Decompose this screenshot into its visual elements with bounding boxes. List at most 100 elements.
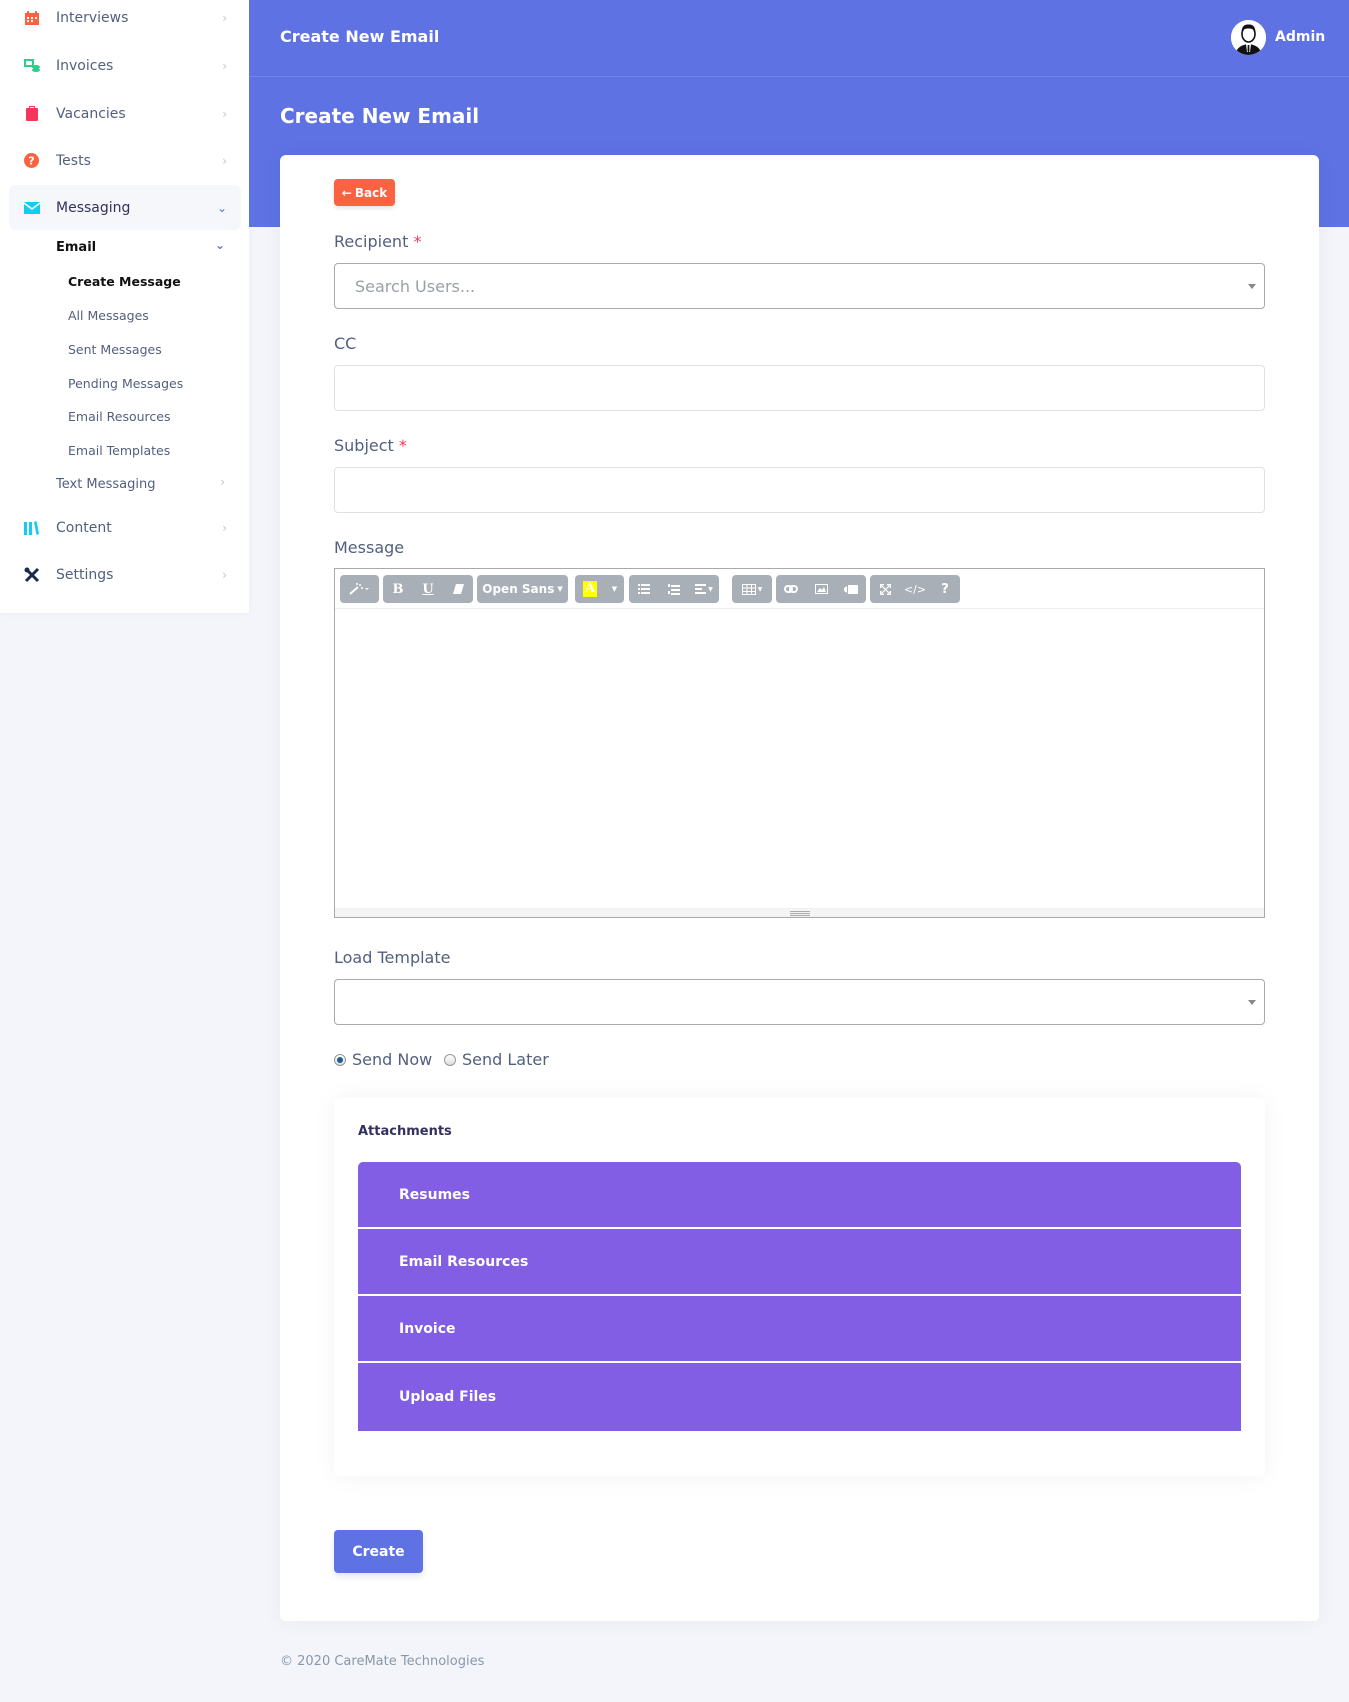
video-icon	[844, 584, 858, 594]
sidebar-item-invoices[interactable]: Invoices ›	[9, 43, 241, 88]
recipient-placeholder: Search Users...	[355, 277, 476, 296]
table-icon	[741, 583, 756, 595]
load-template-label: Load Template	[334, 948, 451, 967]
misc-group: </> ?	[870, 575, 960, 603]
unordered-list-button[interactable]	[629, 575, 659, 603]
sidebar-link-all-messages[interactable]: All Messages	[68, 308, 149, 323]
chevron-right-icon: ›	[222, 106, 227, 121]
color-dropdown-button[interactable]: ▼	[605, 575, 624, 603]
chevron-right-icon: ›	[222, 153, 227, 168]
recipient-label: Recipient *	[334, 232, 421, 251]
list-ul-icon	[638, 584, 650, 594]
attachments-title: Attachments	[358, 1124, 452, 1139]
sidebar-item-interviews[interactable]: Interviews ›	[9, 0, 241, 40]
editor-toolbar: B U Open Sans ▼ A ▼ ▼ ▼ </> ?	[335, 569, 1264, 609]
sidebar-item-vacancies[interactable]: Vacancies ›	[9, 91, 241, 136]
attachment-upload-files[interactable]: Upload Files	[358, 1363, 1241, 1431]
sidebar-link-email-templates[interactable]: Email Templates	[68, 443, 170, 458]
bold-button[interactable]: B	[383, 575, 413, 603]
align-left-icon	[695, 584, 707, 594]
radio-button-checked[interactable]	[334, 1053, 346, 1066]
required-mark: *	[398, 436, 407, 455]
send-later-radio[interactable]: Send Later	[444, 1050, 549, 1069]
sidebar-link-sent-messages[interactable]: Sent Messages	[68, 342, 162, 357]
picture-icon	[814, 584, 828, 594]
recipient-select[interactable]: Search Users...	[334, 263, 1265, 309]
help-button[interactable]: ?	[930, 575, 960, 603]
attachments-list: Resumes Email Resources Invoice Upload F…	[358, 1162, 1241, 1436]
eraser-button[interactable]	[443, 575, 473, 603]
load-template-select[interactable]	[334, 979, 1265, 1025]
sidebar-subitem-label: Email	[56, 240, 97, 255]
video-button[interactable]	[836, 575, 866, 603]
user-name[interactable]: Admin	[1275, 29, 1325, 45]
radio-button[interactable]	[444, 1053, 456, 1066]
table-button[interactable]: ▼	[732, 575, 772, 603]
font-name-group: Open Sans ▼	[477, 575, 568, 603]
caret-down-icon: ▼	[557, 585, 563, 593]
attachment-invoice[interactable]: Invoice	[358, 1296, 1241, 1363]
send-now-radio[interactable]: Send Now	[334, 1050, 432, 1069]
send-later-label: Send Later	[462, 1050, 549, 1069]
caret-down-icon: ▼	[708, 585, 713, 593]
ordered-list-button[interactable]	[659, 575, 689, 603]
topbar-divider	[249, 76, 1349, 77]
avatar[interactable]	[1231, 20, 1266, 55]
cc-input[interactable]	[334, 365, 1265, 411]
magic-wand-icon	[348, 583, 369, 595]
table-group: ▼	[732, 575, 772, 603]
list-ol-icon	[668, 583, 680, 595]
subject-label-text: Subject	[334, 436, 394, 455]
create-button[interactable]: Create	[334, 1530, 423, 1573]
subject-label: Subject *	[334, 436, 407, 455]
cc-label: CC	[334, 334, 357, 353]
chevron-right-icon: ›	[222, 567, 227, 582]
chevron-right-icon: ›	[222, 58, 227, 73]
code-view-button[interactable]: </>	[900, 575, 930, 603]
arrow-left-icon: ←	[341, 185, 352, 200]
topbar-title: Create New Email	[280, 27, 440, 46]
sidebar-link-pending-messages[interactable]: Pending Messages	[68, 376, 183, 391]
sidebar-subitem-email[interactable]: Email ⌄	[56, 238, 241, 255]
magic-style-button[interactable]	[340, 575, 379, 603]
chevron-down-icon: ⌄	[214, 238, 225, 252]
sidebar-link-email-resources[interactable]: Email Resources	[68, 409, 171, 424]
caret-down-icon	[1248, 284, 1256, 289]
message-editable-area[interactable]	[335, 610, 1264, 899]
sidebar-item-label: Settings	[56, 566, 114, 583]
sidebar-link-create-message[interactable]: Create Message	[68, 274, 181, 289]
subject-input[interactable]	[334, 467, 1265, 513]
calendar-icon	[23, 9, 40, 26]
style-group	[340, 575, 379, 603]
sidebar-item-settings[interactable]: Settings ›	[9, 552, 241, 597]
attachment-resumes[interactable]: Resumes	[358, 1162, 1241, 1229]
highlight-a-icon: A	[582, 581, 598, 597]
attachment-email-resources[interactable]: Email Resources	[358, 1229, 1241, 1296]
page-title: Create New Email	[280, 104, 480, 128]
underline-button[interactable]: U	[413, 575, 443, 603]
sidebar-item-label: Tests	[56, 152, 91, 169]
paragraph-align-button[interactable]: ▼	[689, 575, 719, 603]
back-button[interactable]: ← Back	[334, 179, 395, 206]
back-button-label: Back	[354, 185, 388, 200]
font-name-label: Open Sans	[482, 582, 555, 596]
sidebar-subitem-text-messaging[interactable]: Text Messaging ›	[56, 475, 241, 492]
color-group: A ▼	[575, 575, 624, 603]
clipboard-icon	[23, 105, 40, 122]
font-name-dropdown[interactable]: Open Sans ▼	[477, 575, 568, 603]
highlight-color-button[interactable]: A	[575, 575, 605, 603]
sidebar-item-messaging[interactable]: Messaging ⌄	[9, 185, 241, 230]
envelope-icon	[23, 199, 40, 216]
user-avatar-icon	[1231, 20, 1266, 55]
send-now-label: Send Now	[352, 1050, 433, 1069]
link-button[interactable]	[776, 575, 806, 603]
picture-button[interactable]	[806, 575, 836, 603]
sidebar-item-tests[interactable]: ? Tests ›	[9, 138, 241, 183]
money-icon	[23, 57, 40, 74]
sidebar-item-content[interactable]: Content ›	[9, 505, 241, 550]
sidebar-item-label: Interviews	[56, 9, 129, 26]
editor-resize-handle[interactable]	[335, 908, 1264, 917]
fullscreen-button[interactable]	[870, 575, 900, 603]
sidebar-item-label: Vacancies	[56, 105, 126, 122]
insert-group	[776, 575, 866, 603]
